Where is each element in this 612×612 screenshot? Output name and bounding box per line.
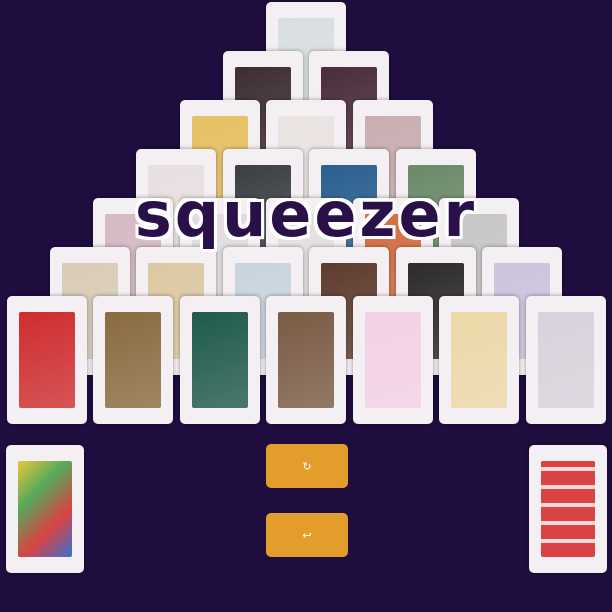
card-art bbox=[537, 312, 594, 408]
pyramid-card[interactable] bbox=[179, 296, 260, 424]
pyramid-card[interactable] bbox=[6, 296, 87, 424]
card-art bbox=[191, 312, 248, 408]
undo-button[interactable]: ↩ bbox=[266, 513, 348, 557]
hint-button[interactable]: ↻ bbox=[266, 444, 348, 488]
card-art bbox=[278, 312, 334, 408]
card-art bbox=[451, 312, 507, 408]
pyramid-card[interactable] bbox=[352, 296, 433, 424]
pyramid-card[interactable] bbox=[439, 296, 519, 424]
pyramid-card[interactable] bbox=[93, 296, 173, 424]
pyramid-card[interactable] bbox=[266, 296, 346, 424]
card-art bbox=[105, 312, 161, 408]
waste-pile[interactable] bbox=[529, 445, 607, 573]
card-art bbox=[18, 312, 75, 408]
card-art bbox=[364, 312, 421, 408]
stock-pile[interactable] bbox=[6, 445, 84, 573]
pyramid-card[interactable] bbox=[525, 296, 606, 424]
